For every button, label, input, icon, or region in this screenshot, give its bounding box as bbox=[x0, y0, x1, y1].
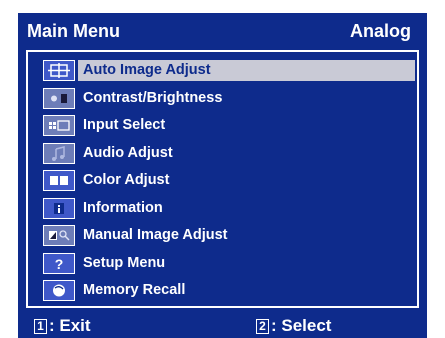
color-bars-icon bbox=[43, 170, 75, 192]
select-label: : Select bbox=[271, 316, 332, 335]
menu-item-label: Color Adjust bbox=[83, 172, 170, 189]
crosshair-icon bbox=[43, 60, 75, 82]
menu-item-memory-recall[interactable]: Memory Recall bbox=[43, 277, 415, 305]
info-icon bbox=[43, 197, 75, 219]
input-source-icon bbox=[43, 115, 75, 137]
menu-item-manual-image-adjust[interactable]: Manual Image Adjust bbox=[43, 222, 415, 250]
menu-item-audio-adjust[interactable]: Audio Adjust bbox=[43, 140, 415, 168]
tools-icon bbox=[43, 225, 75, 247]
menu-footer: 1: Exit 2: Select bbox=[18, 314, 427, 338]
key-1-icon: 1 bbox=[34, 319, 47, 334]
exit-label: : Exit bbox=[49, 316, 91, 335]
menu-item-label: Setup Menu bbox=[83, 254, 166, 271]
osd-main-menu: Main Menu Analog Auto Image Adjust Contr… bbox=[18, 13, 427, 338]
select-hint[interactable]: 2: Select bbox=[256, 316, 331, 336]
menu-item-color-adjust[interactable]: Color Adjust bbox=[43, 167, 415, 195]
menu-item-auto-image-adjust[interactable]: Auto Image Adjust bbox=[43, 57, 415, 85]
menu-header: Main Menu Analog bbox=[18, 13, 427, 53]
exit-hint[interactable]: 1: Exit bbox=[34, 316, 91, 336]
menu-panel: Auto Image Adjust Contrast/Brightness In… bbox=[26, 50, 419, 308]
menu-item-label: Audio Adjust bbox=[83, 144, 173, 161]
menu-item-contrast-brightness[interactable]: Contrast/Brightness bbox=[43, 85, 415, 113]
menu-title: Main Menu bbox=[27, 21, 120, 41]
recall-icon bbox=[43, 280, 75, 302]
menu-item-label: Memory Recall bbox=[83, 282, 186, 299]
menu-item-input-select[interactable]: Input Select bbox=[43, 112, 415, 140]
menu-item-label: Auto Image Adjust bbox=[78, 60, 415, 82]
menu-item-label: Information bbox=[83, 199, 163, 216]
brightness-icon bbox=[43, 87, 75, 109]
menu-item-setup-menu[interactable]: ? Setup Menu bbox=[43, 250, 415, 278]
question-icon: ? bbox=[43, 252, 75, 274]
svg-text:?: ? bbox=[55, 256, 64, 271]
menu-list: Auto Image Adjust Contrast/Brightness In… bbox=[43, 57, 415, 305]
key-2-icon: 2 bbox=[256, 319, 269, 334]
menu-item-label: Input Select bbox=[83, 117, 166, 134]
input-mode-label: Analog bbox=[350, 21, 411, 41]
menu-item-label: Manual Image Adjust bbox=[83, 227, 228, 244]
menu-item-label: Contrast/Brightness bbox=[83, 89, 223, 106]
audio-icon bbox=[43, 142, 75, 164]
menu-item-information[interactable]: Information bbox=[43, 195, 415, 223]
